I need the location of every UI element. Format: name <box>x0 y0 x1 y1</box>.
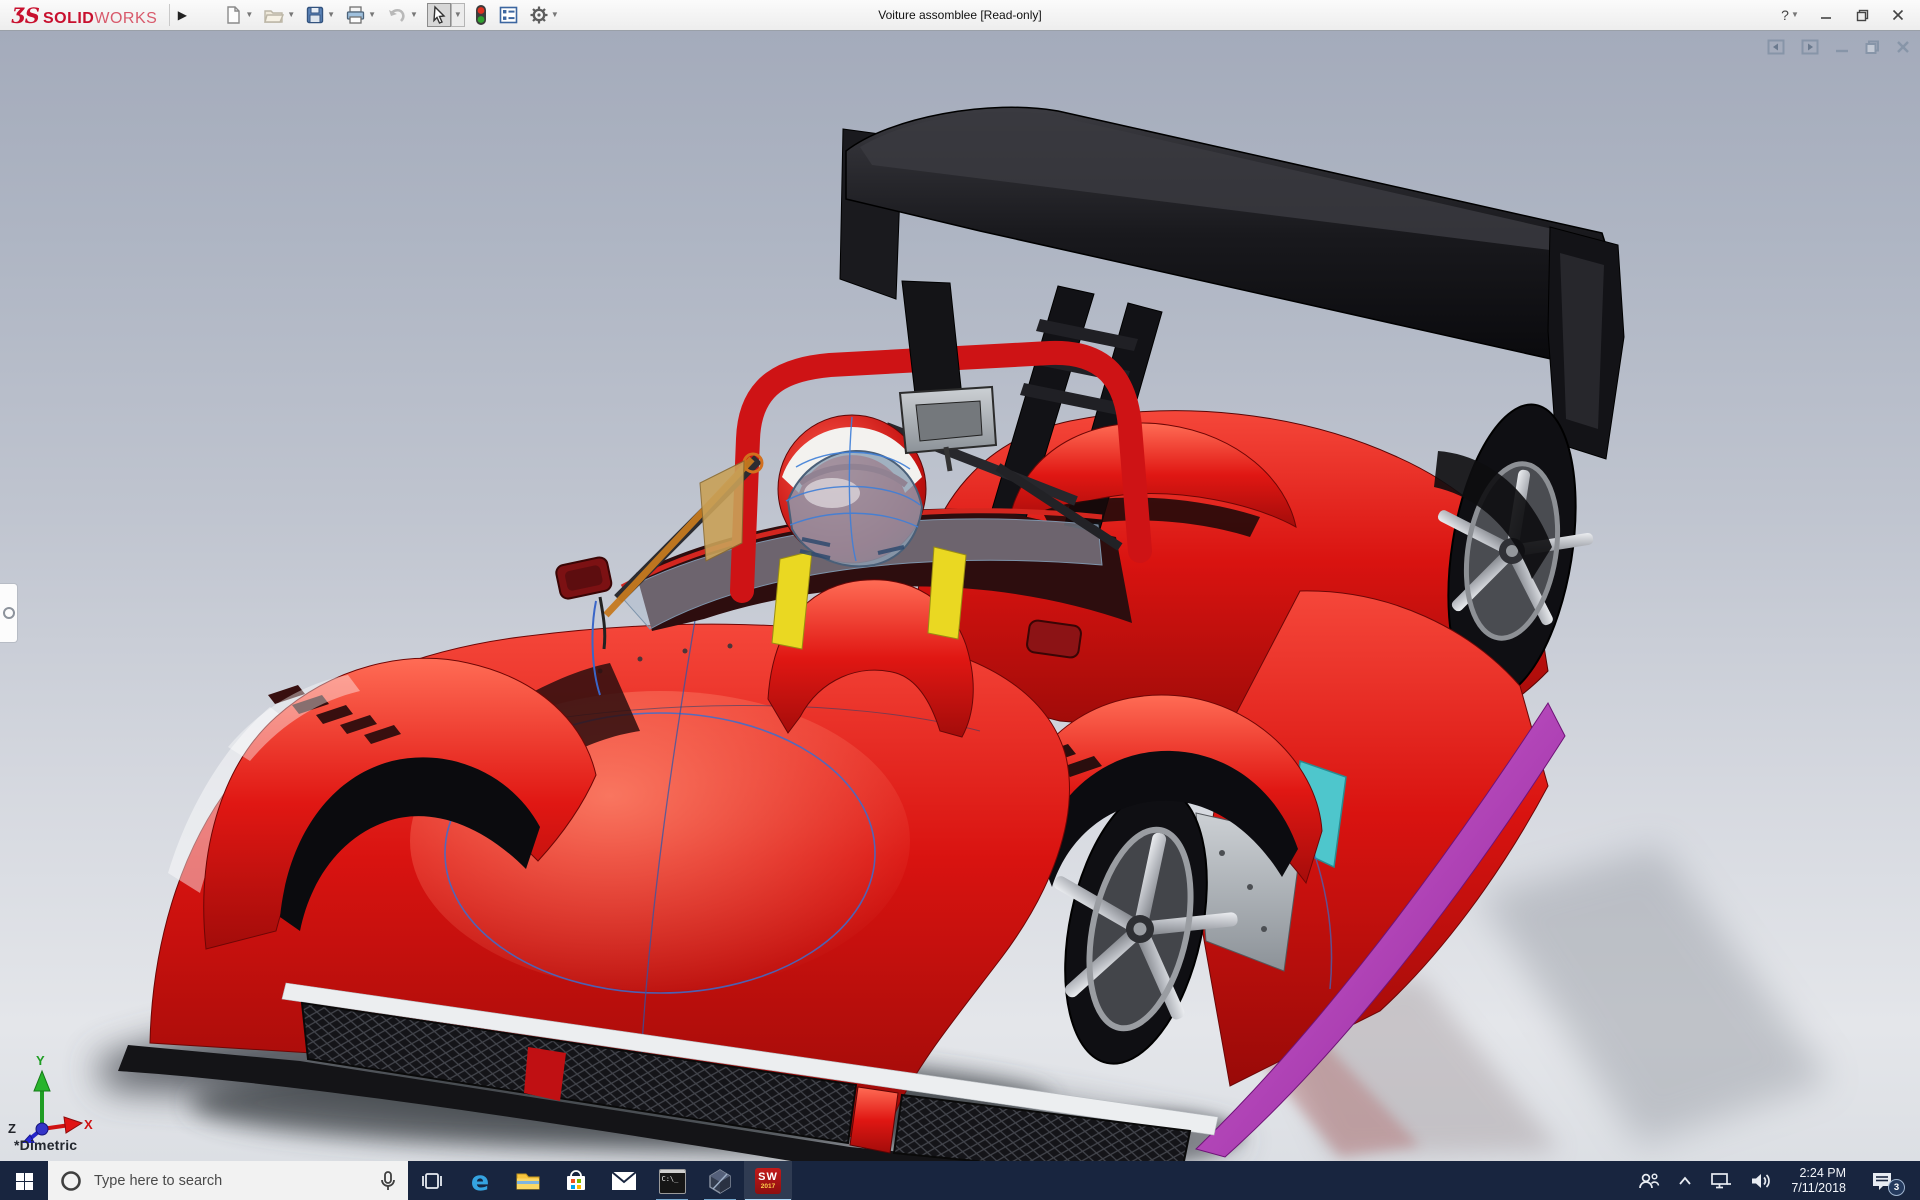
taskbar-app-edge[interactable]: e <box>456 1161 504 1200</box>
people-button[interactable] <box>1631 1161 1667 1200</box>
undo-button[interactable]: ▼ <box>383 3 421 27</box>
properties-list-icon <box>499 6 518 24</box>
mail-icon <box>611 1171 637 1190</box>
system-tray: 2:24 PM 7/11/2018 3 <box>1631 1161 1920 1200</box>
dassault-ds-mark: ƷS <box>12 2 40 28</box>
search-input[interactable] <box>92 1172 370 1190</box>
document-window-controls <box>1767 39 1910 55</box>
taskbar-app-mail[interactable] <box>600 1161 648 1200</box>
traffic-light-icon <box>475 5 486 25</box>
save-floppy-icon <box>306 6 324 24</box>
left-mirror <box>555 556 613 600</box>
feature-manager-collapsed-tab[interactable] <box>0 583 18 643</box>
select-cursor-icon <box>433 5 446 24</box>
window-controls: ? ▼ <box>1772 0 1916 30</box>
windows-taskbar: e C:\_ <box>0 1161 1920 1200</box>
people-icon <box>1639 1173 1660 1189</box>
file-explorer-icon <box>516 1173 540 1190</box>
new-document-icon <box>227 6 241 24</box>
undo-arrow-icon <box>389 8 405 22</box>
previous-window-icon[interactable] <box>1767 39 1785 55</box>
taskbar-app-file-explorer[interactable] <box>504 1161 552 1200</box>
tray-time: 2:24 PM <box>1799 1166 1846 1180</box>
open-folder-icon <box>264 10 285 23</box>
print-button[interactable]: ▼ <box>342 3 379 27</box>
speaker-icon <box>1752 1174 1771 1188</box>
microphone-icon[interactable] <box>380 1170 396 1192</box>
next-window-icon[interactable] <box>1801 39 1819 55</box>
command-prompt-icon: C:\_ <box>658 1168 686 1194</box>
mixed-reality-viewer-icon <box>709 1169 731 1194</box>
network-button[interactable] <box>1703 1161 1739 1200</box>
ethernet-network-icon <box>1711 1173 1732 1189</box>
taskbar-app-command-prompt[interactable]: C:\_ <box>648 1161 696 1200</box>
component-properties-button[interactable] <box>495 3 522 27</box>
edge-icon: e <box>470 1165 490 1197</box>
restore-icon <box>1856 9 1868 21</box>
minimize-document-icon[interactable] <box>1835 40 1849 54</box>
action-center-button[interactable]: 3 <box>1858 1161 1906 1200</box>
solidworks-2017-icon: SW 2017 <box>755 1168 781 1194</box>
select-tool-dropdown[interactable]: ▼ <box>450 3 465 27</box>
task-view-icon <box>422 1173 442 1189</box>
new-document-button[interactable]: ▼ <box>220 3 256 27</box>
rebuild-button[interactable] <box>471 2 491 28</box>
solidworks-logo: ƷS SOLID WORKS <box>0 3 167 28</box>
triad-x-label: X <box>84 1117 93 1132</box>
options-button[interactable]: ▼ <box>526 3 562 27</box>
task-view-button[interactable] <box>408 1161 456 1200</box>
volume-button[interactable] <box>1743 1161 1779 1200</box>
open-button[interactable]: ▼ <box>260 3 298 27</box>
right-mirror <box>1026 619 1082 659</box>
save-button[interactable]: ▼ <box>302 3 338 27</box>
expand-panel-icon <box>2 607 15 619</box>
view-orientation-label: *Dimetric <box>14 1137 78 1153</box>
hidden-icons-button[interactable] <box>1671 1161 1699 1200</box>
triad-y-label: Y <box>36 1053 45 1068</box>
logo-text-works: WORKS <box>94 9 158 27</box>
graphics-area: Y X Z *Dimetric <box>0 31 1920 1161</box>
chevron-up-icon <box>1679 1176 1692 1185</box>
restore-button[interactable] <box>1844 2 1880 28</box>
notification-count-badge: 3 <box>1888 1179 1905 1196</box>
taskbar-app-mixed-reality-viewer[interactable] <box>696 1161 744 1200</box>
quick-access-toolbar: ▼ ▼ ▼ ▼ ▼ ▼ ▼ <box>220 2 561 28</box>
taskbar-clock[interactable]: 2:24 PM 7/11/2018 <box>1783 1166 1854 1196</box>
title-bar: ƷS SOLID WORKS ▶ ▼ ▼ ▼ ▼ ▼ ▼ ▼ Voiture a… <box>0 0 1920 31</box>
minimize-icon <box>1821 17 1831 19</box>
gear-icon <box>530 6 548 24</box>
menu-expand-arrow-button[interactable]: ▶ <box>172 4 192 26</box>
restore-document-icon[interactable] <box>1865 40 1880 55</box>
divider <box>169 4 171 26</box>
taskbar-app-solidworks-2017[interactable]: SW 2017 <box>744 1161 792 1200</box>
select-tool-button[interactable] <box>426 3 451 27</box>
close-button[interactable] <box>1880 2 1916 28</box>
minimize-button[interactable] <box>1808 2 1844 28</box>
microsoft-store-icon <box>567 1170 585 1190</box>
window-title: Voiture assomblee [Read-only] <box>878 8 1042 22</box>
triad-z-label: Z <box>8 1121 16 1136</box>
orientation-triad: Y X Z <box>8 1053 93 1143</box>
cortana-icon <box>61 1171 81 1191</box>
start-button[interactable] <box>0 1161 48 1200</box>
3d-viewport-canvas[interactable] <box>0 31 1920 1161</box>
help-button[interactable]: ? ▼ <box>1772 2 1808 28</box>
print-icon <box>346 6 365 24</box>
solidworks-application-window: ƷS SOLID WORKS ▶ ▼ ▼ ▼ ▼ ▼ ▼ ▼ Voiture a… <box>0 0 1920 1200</box>
windows-logo-icon <box>15 1172 33 1190</box>
select-tool-group: ▼ <box>425 3 467 27</box>
close-icon <box>1892 9 1904 21</box>
tray-date: 7/11/2018 <box>1791 1181 1846 1195</box>
taskbar-search[interactable] <box>48 1161 408 1200</box>
close-document-icon[interactable] <box>1896 40 1910 54</box>
logo-text-solid: SOLID <box>42 9 95 27</box>
taskbar-app-microsoft-store[interactable] <box>552 1161 600 1200</box>
